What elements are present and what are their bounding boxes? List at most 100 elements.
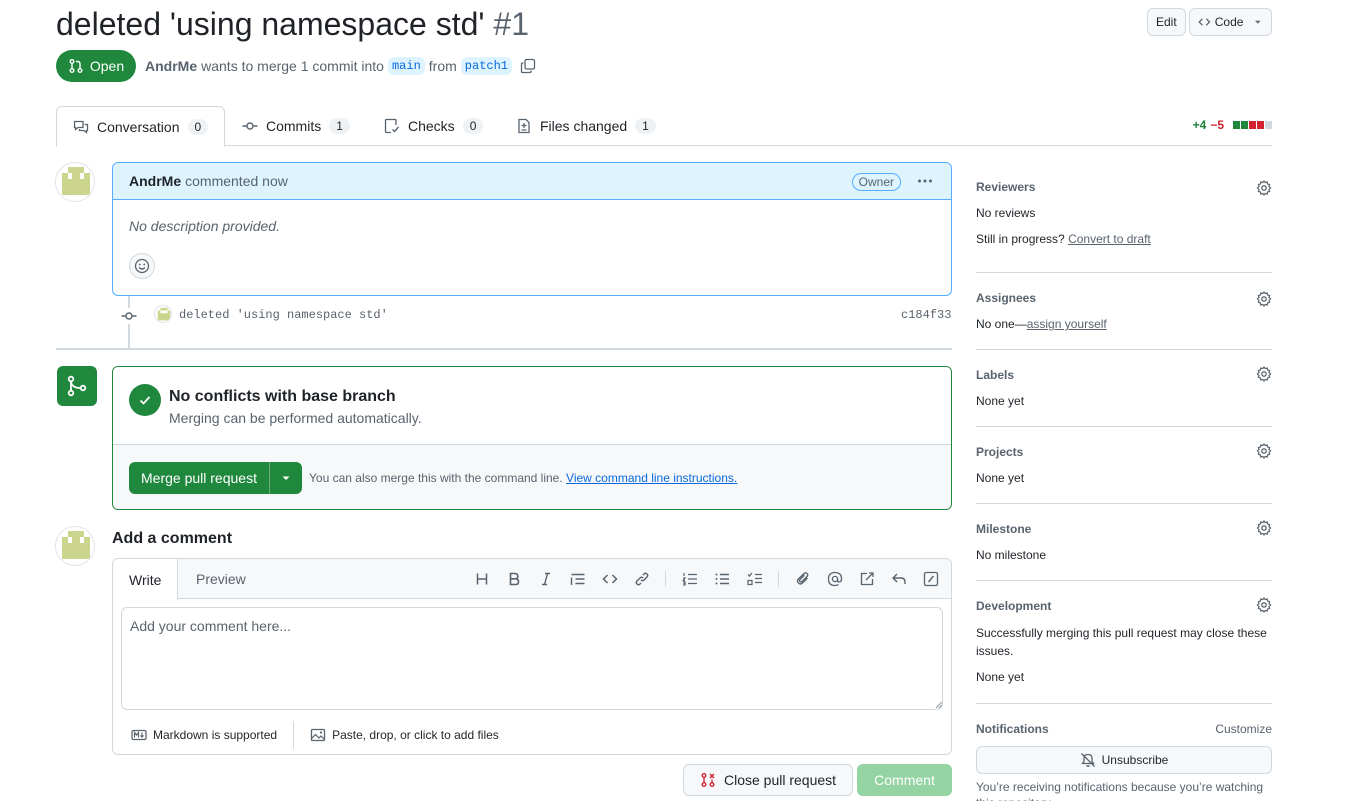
sidebar-heading[interactable]: Milestone <box>976 522 1031 536</box>
sidebar-heading[interactable]: Projects <box>976 445 1023 459</box>
italic-icon <box>542 572 550 586</box>
assignees-settings-button[interactable] <box>1256 291 1272 307</box>
sidebar-value: None yet <box>976 670 1025 684</box>
comment-options-button[interactable] <box>917 173 933 189</box>
diffstat[interactable]: +4 −5 <box>1193 118 1272 132</box>
checklist-icon <box>384 118 400 134</box>
gear-icon <box>1256 520 1272 536</box>
tab-commits[interactable]: Commits 1 <box>226 106 366 146</box>
tab-files-changed[interactable]: Files changed 1 <box>500 106 672 146</box>
development-note: Successfully merging this pull request m… <box>976 626 1267 658</box>
ordered-list-button[interactable] <box>682 571 698 587</box>
markdown-help-link[interactable]: Markdown is supported <box>131 727 277 743</box>
state-badge-open: Open <box>56 50 136 82</box>
task-list-button[interactable] <box>747 571 763 587</box>
markdown-note: Markdown is supported <box>153 728 278 742</box>
heading-button[interactable] <box>474 571 490 587</box>
sidebar-reviewers: Reviewers No reviews Still in progress? … <box>976 170 1272 273</box>
comment-author[interactable]: AndrMe <box>129 173 181 189</box>
convert-to-draft-link[interactable]: Convert to draft <box>1068 232 1151 246</box>
tab-checks[interactable]: Checks 0 <box>368 106 499 146</box>
sidebar-value: No reviews <box>976 206 1036 220</box>
avatar[interactable] <box>55 526 95 566</box>
tab-write[interactable]: Write <box>113 559 179 600</box>
editor-tabs: Write Preview <box>113 559 951 600</box>
merge-method-dropdown[interactable] <box>270 462 302 494</box>
tab-conversation[interactable]: Conversation 0 <box>56 106 226 147</box>
tab-preview[interactable]: Preview <box>180 559 262 599</box>
sidebar-projects: Projects None yet <box>976 435 1272 504</box>
bell-slash-icon <box>1080 753 1095 767</box>
sidebar-value: None yet <box>976 471 1025 485</box>
check-circle-icon <box>129 384 161 416</box>
projects-settings-button[interactable] <box>1256 443 1272 459</box>
pull-request-closed-icon <box>701 773 715 787</box>
merge-pull-request-button[interactable]: Merge pull request <box>129 462 270 494</box>
add-reaction-button[interactable] <box>129 253 155 279</box>
commit-icon <box>121 308 137 324</box>
quote-button[interactable] <box>570 571 586 587</box>
diffstat-square <box>1233 121 1240 129</box>
close-pull-request-button[interactable]: Close pull request <box>683 764 853 796</box>
sidebar-value: No milestone <box>976 548 1047 562</box>
state-label: Open <box>89 58 125 74</box>
unordered-list-button[interactable] <box>714 571 730 587</box>
sidebar-development: Development Successfully merging this pu… <box>976 589 1272 704</box>
comment-submit-button[interactable]: Comment <box>857 764 952 796</box>
unsubscribe-button[interactable]: Unsubscribe <box>976 746 1272 774</box>
smiley-icon <box>134 258 150 274</box>
sidebar-heading[interactable]: Assignees <box>976 291 1036 305</box>
gear-icon <box>1256 291 1272 307</box>
sidebar-heading: Notifications <box>976 722 1049 736</box>
diffstat-deletions: −5 <box>1210 118 1224 132</box>
diffstat-square <box>1241 121 1248 129</box>
sidebar-assignees: Assignees No one—assign yourself <box>976 281 1272 350</box>
reply-icon <box>892 573 906 584</box>
development-settings-button[interactable] <box>1256 597 1272 613</box>
paperclip-icon <box>796 572 809 585</box>
reference-button[interactable] <box>859 571 875 587</box>
sidebar-heading[interactable]: Reviewers <box>976 180 1035 194</box>
head-branch[interactable]: patch1 <box>460 57 513 75</box>
sidebar-heading[interactable]: Development <box>976 599 1051 613</box>
diffstat-square <box>1265 121 1272 129</box>
sidebar-heading[interactable]: Labels <box>976 368 1014 382</box>
link-button[interactable] <box>634 571 650 587</box>
avatar[interactable] <box>55 162 95 202</box>
pr-author-link[interactable]: AndrMe <box>145 58 197 74</box>
identicon <box>157 307 171 321</box>
italic-button[interactable] <box>538 571 554 587</box>
milestone-settings-button[interactable] <box>1256 520 1272 536</box>
customize-notifications-link[interactable]: Customize <box>1215 722 1272 736</box>
copy-branch-button[interactable] <box>520 58 536 74</box>
saved-replies-button[interactable] <box>891 571 907 587</box>
bold-button[interactable] <box>506 571 522 587</box>
comment-textarea[interactable]: Add your comment here... <box>121 607 943 710</box>
code-button[interactable]: Code <box>1189 8 1272 36</box>
close-label: Close pull request <box>723 772 837 788</box>
edit-button[interactable]: Edit <box>1147 8 1186 36</box>
code-button[interactable] <box>602 571 618 587</box>
commit-sha-link[interactable]: c184f33 <box>901 308 951 322</box>
attach-button[interactable] <box>795 571 811 587</box>
command-line-instructions-link[interactable]: View command line instructions. <box>566 471 737 485</box>
mention-icon <box>827 571 843 587</box>
assignees-value: No one—assign yourself <box>976 317 1107 331</box>
pr-number: #1 <box>493 6 529 42</box>
pr-title: deleted 'using namespace std' #1 <box>56 4 529 44</box>
reviewers-settings-button[interactable] <box>1256 180 1272 196</box>
slash-commands-button[interactable] <box>923 571 939 587</box>
resize-handle-icon[interactable] <box>935 701 943 709</box>
base-branch[interactable]: main <box>387 57 425 75</box>
commit-avatar[interactable] <box>154 305 172 323</box>
attach-files-area[interactable]: Paste, drop, or click to add files <box>310 727 499 743</box>
assign-yourself-link[interactable]: assign yourself <box>1027 317 1107 331</box>
labels-settings-button[interactable] <box>1256 366 1272 382</box>
tab-label: Checks <box>408 118 455 134</box>
editor-footer: Markdown is supported Paste, drop, or cl… <box>113 717 951 753</box>
mention-button[interactable] <box>827 571 843 587</box>
diffstat-bar <box>1232 121 1272 129</box>
commit-message-link[interactable]: deleted 'using namespace std' <box>179 308 388 322</box>
caret-down-icon <box>1255 20 1262 24</box>
diffstat-square <box>1249 121 1256 129</box>
